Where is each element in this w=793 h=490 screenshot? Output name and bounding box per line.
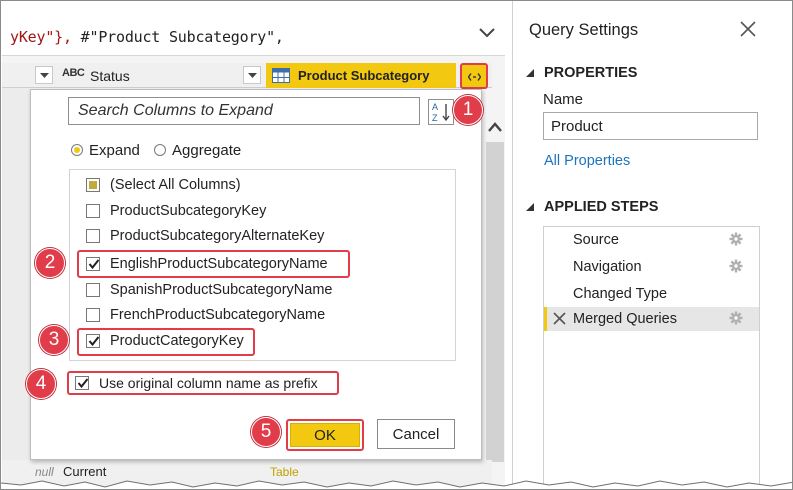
search-columns-input[interactable]	[69, 98, 419, 124]
properties-heading-label: PROPERTIES	[544, 65, 638, 81]
step-label: Navigation	[573, 259, 642, 275]
aggregate-radio-dot[interactable]	[154, 144, 166, 156]
formula-text: yKey"}, #"Product Subcategory",	[10, 28, 284, 46]
callout-highlight	[77, 328, 255, 356]
svg-text:A: A	[432, 102, 438, 112]
callout-badge-5: 5	[251, 417, 281, 447]
prefix-label: Use original column name as prefix	[99, 375, 318, 391]
column-type-label: ABC	[62, 67, 85, 79]
step-label: Source	[573, 232, 619, 248]
formula-rest: #"Product Subcategory",	[71, 28, 284, 46]
prefix-option[interactable]: Use original column name as prefix	[67, 371, 339, 395]
query-settings-pane: Query Settings PROPERTIES Name All Prope…	[513, 2, 792, 489]
prefix-checkbox[interactable]	[75, 376, 89, 390]
svg-text:Z: Z	[432, 113, 438, 123]
expand-column-button[interactable]	[460, 63, 488, 89]
torn-edge-decoration	[1, 480, 792, 489]
gear-icon[interactable]	[729, 259, 743, 273]
checkbox[interactable]	[86, 229, 100, 243]
checkbox-label: ProductSubcategoryAlternateKey	[110, 228, 325, 244]
row-number-column	[2, 88, 30, 460]
query-editor: yKey"}, #"Product Subcategory", ABC Stat…	[2, 2, 505, 489]
applied-steps-heading-label: APPLIED STEPS	[544, 199, 659, 215]
checkbox[interactable]	[86, 204, 100, 218]
expand-icon	[468, 73, 481, 81]
cancel-button[interactable]: Cancel	[377, 419, 455, 449]
sort-az-icon: A Z	[432, 102, 450, 123]
scroll-up-icon[interactable]	[488, 122, 502, 132]
name-label: Name	[543, 91, 584, 108]
step-label: Merged Queries	[573, 311, 677, 327]
column-header-row: ABC Status Product Subcategory	[2, 63, 492, 88]
sort-button[interactable]: A Z	[428, 99, 454, 125]
checkbox-label: FrenchProductSubcategoryName	[110, 307, 326, 323]
collapse-triangle-icon	[526, 203, 534, 211]
expand-radio-label: Expand	[89, 141, 140, 159]
step-navigation[interactable]: Navigation	[544, 255, 759, 279]
status-filter-dropdown[interactable]	[243, 66, 261, 84]
formula-bar[interactable]: yKey"}, #"Product Subcategory",	[2, 2, 505, 56]
checkbox[interactable]	[86, 308, 100, 322]
aggregate-radio[interactable]: Aggregate	[154, 140, 241, 160]
checkbox-label: ProductSubcategoryKey	[110, 203, 267, 219]
ok-button[interactable]: OK	[290, 423, 360, 447]
query-name-input[interactable]	[543, 112, 758, 140]
table-icon	[272, 68, 290, 83]
applied-steps-list: Source Navigation Changed Type Merged Qu…	[543, 226, 760, 489]
checkbox-select-all[interactable]: (Select All Columns)	[86, 174, 241, 196]
checkbox-product-subcategory-key[interactable]: ProductSubcategoryKey	[86, 200, 266, 222]
collapse-triangle-icon	[526, 69, 534, 77]
expand-radio[interactable]: Expand	[71, 140, 140, 160]
step-label: Changed Type	[573, 286, 668, 302]
checkbox-label: SpanishProductSubcategoryName	[110, 282, 333, 298]
vertical-scrollbar[interactable]	[486, 142, 504, 462]
chevron-down-icon[interactable]	[477, 22, 497, 42]
step-source[interactable]: Source	[544, 228, 759, 252]
callout-highlight	[77, 250, 350, 278]
gear-icon[interactable]	[729, 232, 743, 246]
close-icon[interactable]	[739, 20, 757, 38]
aggregate-radio-label: Aggregate	[172, 141, 242, 159]
chevron-down-icon	[40, 73, 49, 78]
select-all-checkbox[interactable]	[86, 178, 100, 192]
product-subcategory-column-header[interactable]: Product Subcategory	[266, 63, 456, 88]
checkbox-french-product-subcategory-name[interactable]: FrenchProductSubcategoryName	[86, 304, 325, 326]
checkmark-icon	[77, 378, 89, 389]
all-properties-link[interactable]: All Properties	[544, 153, 630, 169]
callout-badge-1: 1	[453, 95, 483, 125]
column-filter-dropdown[interactable]	[35, 66, 53, 84]
status-column-header[interactable]: Status	[90, 68, 130, 84]
power-query-window: yKey"}, #"Product Subcategory", ABC Stat…	[0, 0, 793, 490]
gear-icon[interactable]	[729, 311, 743, 325]
checkbox-product-subcategory-alternate-key[interactable]: ProductSubcategoryAlternateKey	[86, 225, 324, 247]
delete-step-icon[interactable]	[553, 312, 566, 325]
callout-badge-3: 3	[39, 325, 69, 355]
product-subcategory-label: Product Subcategory	[298, 68, 430, 83]
text-type-icon[interactable]: ABC	[62, 67, 85, 79]
step-merged-queries[interactable]: Merged Queries	[544, 307, 759, 331]
step-changed-type[interactable]: Changed Type	[544, 282, 759, 306]
callout-badge-4: 4	[26, 369, 56, 399]
search-columns-box[interactable]	[68, 97, 420, 125]
properties-heading[interactable]: PROPERTIES	[525, 65, 637, 81]
applied-steps-heading[interactable]: APPLIED STEPS	[525, 199, 658, 215]
query-settings-title: Query Settings	[529, 21, 639, 39]
chevron-down-icon	[248, 73, 257, 78]
checkbox[interactable]	[86, 283, 100, 297]
expand-columns-popup: A Z Expand Aggregate (Select All Columns…	[30, 89, 482, 460]
expand-radio-dot[interactable]	[71, 144, 83, 156]
ok-button-highlight: OK	[286, 419, 364, 451]
checkbox-label: (Select All Columns)	[110, 177, 241, 193]
callout-badge-2: 2	[35, 248, 65, 278]
checkbox-spanish-product-subcategory-name[interactable]: SpanishProductSubcategoryName	[86, 279, 332, 301]
formula-string-part: yKey"},	[10, 28, 72, 46]
